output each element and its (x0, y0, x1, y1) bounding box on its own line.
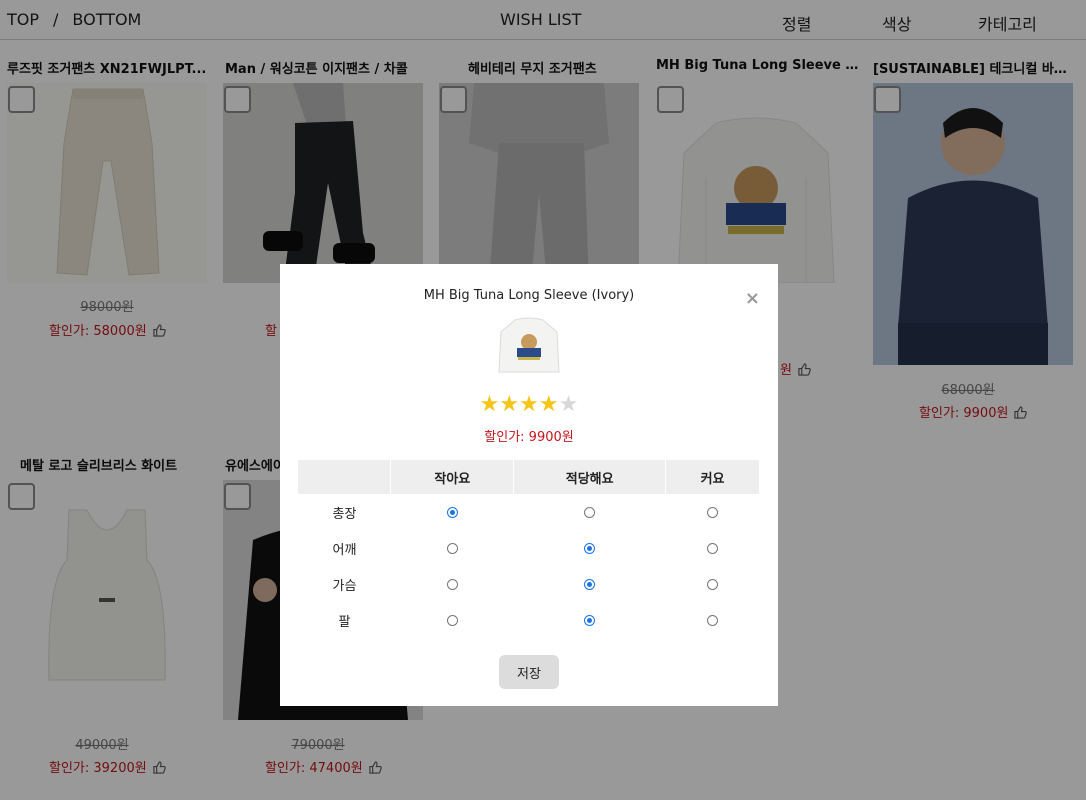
star-icon[interactable]: ★ (480, 392, 500, 417)
star-icon[interactable]: ★ (539, 392, 559, 417)
size-fit-table: 작아요 적당해요 커요 총장 어깨 가슴 팔 (298, 460, 760, 638)
table-header-empty (298, 460, 392, 494)
radio-sleeve-large[interactable] (707, 614, 719, 626)
table-header-small: 작아요 (390, 460, 515, 494)
save-button[interactable]: 저장 (499, 655, 559, 689)
radio-shoulder-small[interactable] (446, 542, 458, 554)
radio-length-small[interactable] (446, 506, 458, 518)
star-rating[interactable]: ★★★★★ (280, 392, 778, 417)
radio-shoulder-fit[interactable] (584, 542, 596, 554)
table-header-fit: 적당해요 (513, 460, 667, 494)
wishlist-page: TOP / BOTTOM WISH LIST 정렬 색상 카테고리 루즈핏 조거… (0, 0, 1086, 800)
radio-length-large[interactable] (707, 506, 719, 518)
table-row: 어깨 (298, 530, 760, 566)
star-icon[interactable]: ★ (559, 392, 579, 417)
table-header-large: 커요 (665, 460, 760, 494)
star-icon[interactable]: ★ (519, 392, 539, 417)
row-label-shoulder: 어깨 (332, 542, 357, 558)
radio-sleeve-fit[interactable] (584, 614, 596, 626)
close-icon[interactable]: × (745, 290, 760, 308)
radio-shoulder-large[interactable] (707, 542, 719, 554)
table-row: 팔 (298, 602, 760, 638)
row-label-sleeve: 팔 (338, 614, 351, 630)
review-modal: MH Big Tuna Long Sleeve (Ivory) × ★★★★★ … (280, 264, 778, 706)
row-label-chest: 가슴 (332, 578, 357, 594)
table-row: 총장 (298, 494, 760, 530)
radio-sleeve-small[interactable] (446, 614, 458, 626)
radio-chest-small[interactable] (446, 578, 458, 590)
radio-chest-fit[interactable] (584, 578, 596, 590)
table-row: 가슴 (298, 566, 760, 602)
star-icon[interactable]: ★ (499, 392, 519, 417)
modal-price: 할인가: 9900원 (484, 430, 574, 445)
modal-title: MH Big Tuna Long Sleeve (Ivory) (423, 288, 635, 303)
modal-product-image (493, 314, 565, 378)
row-label-length: 총장 (332, 506, 357, 522)
table-header-row: 작아요 적당해요 커요 (298, 460, 760, 494)
radio-length-fit[interactable] (584, 506, 596, 518)
radio-chest-large[interactable] (707, 578, 719, 590)
